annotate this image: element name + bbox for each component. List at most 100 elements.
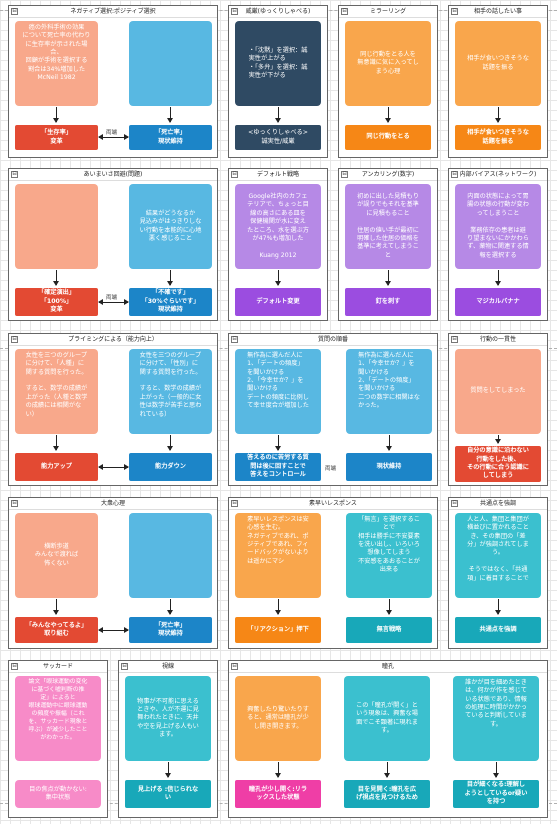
panel-ambiguity-avoidance: ⊟ あいまいさ回避(問題) 結果がどうなるか 見込みがはっきりしな い行動を本能… [8,168,218,321]
panel-dignity: ⊟ 威厳(ゆっくりしゃべる) ・「沈黙」を選択：誠 実性が上がる ・「多弁」を選… [228,5,328,158]
panel-default-strategy: ⊟ デフォルト戦略 Google社内のカフェ テリアで、ちょっと目 線の高さにあ… [228,168,328,321]
flow-arrow [384,762,390,778]
description-box [129,513,212,598]
mutual-arrow [98,134,129,140]
panel-title: あいまいさ回避(問題) [9,169,217,181]
flow-arrow [275,599,281,615]
flow-arrow [53,107,59,123]
description-box: 癌の外科手術の効果 について死亡率の代わり に生存率が示された場 合、 回顧が手… [15,21,98,106]
outcome-box: マジカルバナナ [455,288,541,316]
outcome-box: 釘を刺す [345,288,431,316]
description-box: 相手が食いつきそうな 話題を振る [455,21,541,106]
flow-arrow [167,599,173,615]
description-box [15,184,98,269]
outcome-box: 「死亡率」 現状維持 [129,125,212,150]
flow-arrow [495,435,501,444]
description-box: 質問をしてしまった [455,349,541,434]
flow-arrow [385,107,391,123]
panel-crowd-psychology: ⊟ 大衆心理 横断歩道 みんなで渡れば 怖くない 「みんなやってるよ」 取り組む… [8,497,218,649]
description-box: ・「沈黙」を選択：誠 実性が上がる ・「多弁」を選択：誠 実性が下がる [235,21,321,106]
panel-internal-bias: ⊟ 内部バイアス(ネットワーク) 内面の状態によって胃 腸の状態の行動が変わ っ… [448,168,548,321]
outcome-box: 同じ行動をとる [345,125,431,150]
panel-mirroring: ⊟ ミラーリング 同じ行動をとる人を 無意識に気に入ってし まう心理 同じ行動を… [338,5,438,158]
outcome-box: 「みんなやってるよ」 取り組む [15,617,98,643]
flow-arrow [495,270,501,286]
panel-partner-topic: ⊟ 相手の話したい事 相手が食いつきそうな 話題を振る 相手が食いつきそうな 話… [448,5,548,158]
panel-title: サッカード [9,661,107,673]
description-box: 同じ行動をとる人を 無意識に気に入ってし まう心理 [345,21,431,106]
description-box: Google社内のカフェ テリアで、ちょっと目 線の高さにある皿を 保健機関が水… [235,184,321,269]
outcome-box: 相手が食いつきそうな 話題を振る [455,125,541,150]
description-box: 結果がどうなるか 見込みがはっきりしな い行動を本能的に心地 悪く感じること [129,184,212,269]
outcome-box: 「生存率」 変革 [15,125,98,150]
description-box: 素早いレスポンスは安 心感を生む。 ネガティブであれ、ポ ジティブであれ、フィ … [235,513,321,598]
flow-arrow [53,599,59,615]
flow-arrow [167,435,173,451]
outcome-box: 瞳孔が少し開く:リラ ックスした状態 [235,780,321,808]
panel-title: 相手の話したい事 [449,6,547,18]
description-box: 初めに出した見積もり が誤りでもそれを基準 に見積もること 住居の値い手が最初に… [345,184,431,269]
outcome-box: 見上げる :信じられな い [125,780,211,808]
mutual-label: 両端 [106,130,118,136]
outcome-box: 「不確です」 「30%ぐらいです」 現状維持 [129,288,212,316]
description-box: 物事が不可能に思える ときや、人が不運に見 舞われたときに、天井 や空を見上げる… [125,676,211,761]
panel-title: ミラーリング [339,6,437,18]
flow-arrow [385,270,391,286]
description-box: 無作為に選んだ人に 1、「デートの頻度」 を聞いかける 2、「今幸せか？」を 聞… [235,349,321,434]
mutual-label: 両端 [106,295,118,301]
panel-gaze: ⊟ 視線 物事が不可能に思える ときや、人が不運に見 舞われたときに、天井 や空… [118,660,218,818]
description-box: 女性を三つのグループ に分けて、「性別」に 関する質問を行った。 すると、数学の… [129,349,212,434]
panel-title: ネガティブ選択:ポジティブ選択 [9,6,217,18]
panel-title: 威厳(ゆっくりしゃべる) [229,6,327,18]
description-box: 女性を三つのグループ に分けて、「人種」に 関する質問を行った。 すると、数学の… [15,349,98,434]
flow-arrow [165,762,171,778]
panel-title: 視線 [119,661,217,673]
description-box: 論文「眼球運動の変化 に基づく嘘判断の推 定」によると 眼球運動中に眼球運動 の… [15,676,101,761]
panel-quick-response: ⊟ 素早いレスポンス 素早いレスポンスは安 心感を生む。 ネガティブであれ、ポ … [228,497,438,649]
panel-title: 行動の一貫性 [449,334,547,346]
flow-arrow [275,107,281,123]
flow-arrow [386,599,392,615]
mutual-arrow [98,299,129,305]
flow-arrow [275,435,281,451]
panel-title: アンカリング(数字) [339,169,437,181]
panel-consistency: ⊟ 行動の一貫性 質問をしてしまった 自分の意識に沿わない 行動をした後、 その… [448,333,548,486]
flow-arrow [53,270,59,286]
panel-title: 大衆心理 [9,498,217,510]
description-box: 「無言」を選択するこ とで 相手は勝手に不安要素 を洗い出し、いろいろ 想像して… [346,513,432,598]
flow-arrow [167,270,173,286]
outcome-box: 「リアクション」押下 [235,617,321,643]
flow-arrow [275,762,281,778]
outcome-box: 能力アップ [15,453,98,481]
outcome-box: 目の焦点が動かない: 集中状態 [15,780,101,808]
flow-arrow [53,435,59,451]
flow-arrow [495,599,501,615]
panel-title: 共通点を強調 [449,498,547,510]
description-box: 無作為に選んだ人に 1、「今幸せか？」を 聞いかける 2、「デートの頻度」 を聞… [346,349,432,434]
outcome-box: 「死亡率」 現状維持 [129,617,212,643]
flow-arrow [275,270,281,286]
mutual-arrow [98,464,129,470]
description-box: 横断歩道 みんなで渡れば 怖くない [15,513,98,598]
outcome-box: 目を見開く:瞳孔を広 げ視点を見つけるため [344,780,430,808]
panel-pupil: ⊟ 瞳孔 興奮したり驚いたりす ると、通常は瞳孔が少 し開き開きます。 この「瞳… [228,660,548,818]
outcome-box: 能力ダウン [129,453,212,481]
mutual-arrow [98,627,129,633]
outcome-box: 目が細くなる:理解し ようとしているor疑い を持つ [453,780,539,808]
panel-title: プライミングによる（能力向上） [9,334,217,346]
outcome-box: 現状維持 [346,453,432,481]
outcome-box: <ゆっくりしゃべる> 誠実性/威厳 [235,125,321,150]
description-box: 人と人、集団と集団が 横並びに置かれること き、その集団の「差 分」が強調されて… [455,513,541,598]
outcome-box: 答えるのに苦労する質 問は後に回すことで 答えをコントロール [235,453,321,481]
outcome-box: 自分の意識に沿わない 行動をした後、 その行動に合う認識に してしまう [455,446,541,482]
description-box: 内面の状態によって胃 腸の状態の行動が変わ ってしまうこと 業務依存の患者は避 … [455,184,541,269]
panel-title: デフォルト戦略 [229,169,327,181]
panel-anchoring: ⊟ アンカリング(数字) 初めに出した見積もり が誤りでもそれを基準 に見積もる… [338,168,438,321]
panel-title: 瞳孔 [229,661,547,673]
panel-saccade: ⊟ サッカード 論文「眼球運動の変化 に基づく嘘判断の推 定」によると 眼球運動… [8,660,108,818]
outcome-box: 「確定演出」 「100%」 変革 [15,288,98,316]
panel-priming: ⊟ プライミングによる（能力向上） 女性を三つのグループ に分けて、「人種」に … [8,333,218,486]
panel-title: 素早いレスポンス [229,498,437,510]
description-box: 興奮したり驚いたりす ると、通常は瞳孔が少 し開き開きます。 [235,676,321,761]
panel-negative-positive-choice: ⊟ ネガティブ選択:ポジティブ選択 癌の外科手術の効果 について死亡率の代わり … [8,5,218,158]
